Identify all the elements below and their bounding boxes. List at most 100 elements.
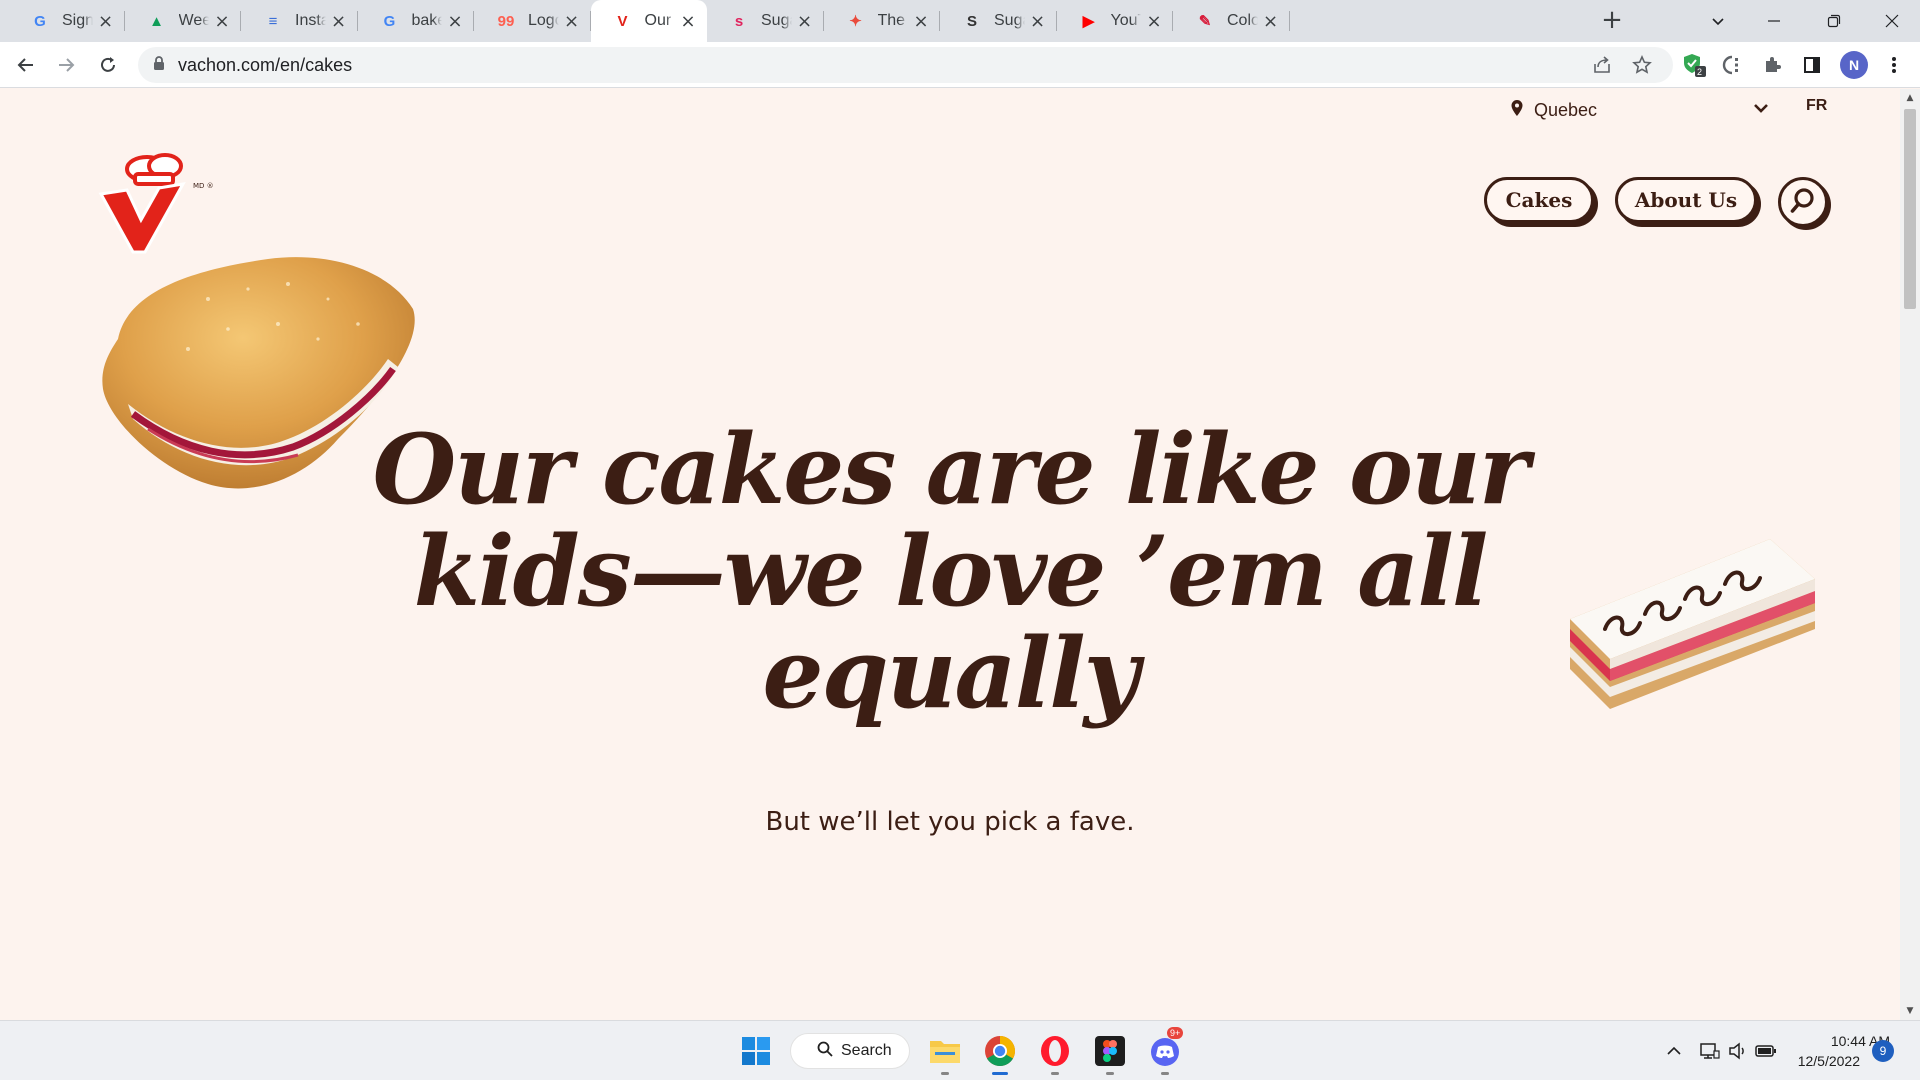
windows-start-icon[interactable] — [736, 1031, 776, 1071]
restore-icon[interactable] — [1806, 0, 1862, 42]
web-page: Quebec FR MD ® Cakes About Us Our cakes … — [0, 89, 1900, 1020]
location-pin-icon — [1510, 99, 1524, 122]
tab-search-icon[interactable] — [1690, 0, 1746, 42]
close-tab-icon[interactable]: × — [1029, 11, 1047, 32]
url-text: vachon.com/en/cakes — [178, 54, 353, 75]
language-toggle[interactable]: FR — [1806, 97, 1827, 115]
close-tab-icon[interactable]: × — [1145, 11, 1163, 32]
tab-title: Week 5 W — [178, 12, 210, 29]
hero-headline: Our cakes are like our kids—we love ’em … — [372, 413, 1530, 730]
search-icon — [817, 1041, 833, 1062]
browser-menu-icon[interactable] — [1878, 49, 1910, 81]
forward-icon[interactable] — [50, 49, 82, 81]
browser-tab[interactable]: ≡ Instagantt× — [241, 0, 358, 42]
browser-tab[interactable]: Gbakers hu× — [358, 0, 474, 42]
browser-toolbar: vachon.com/en/cakes 2 — [0, 42, 1920, 88]
side-panel-icon[interactable] — [1796, 49, 1828, 81]
dribbble-icon: ✦ — [849, 13, 862, 30]
scroll-down-icon[interactable]: ▼ — [1900, 1006, 1920, 1016]
discord-badge: 9+ — [1167, 1027, 1184, 1039]
99designs-icon: 99 — [497, 12, 515, 30]
running-indicator — [941, 1072, 949, 1075]
close-tab-icon[interactable]: × — [796, 11, 814, 32]
windows-taskbar: Search 9+ 10:44 AM 12/5/2022 9 — [0, 1020, 1920, 1080]
sugaro-icon: s — [734, 12, 744, 30]
tab-title: YouTube — [1110, 12, 1142, 29]
reload-icon[interactable] — [92, 49, 124, 81]
color-icon: ✎ — [1198, 13, 1212, 30]
tab-title: Logos, W — [528, 12, 559, 29]
google-icon: G — [383, 12, 396, 30]
tray-chevron-up-icon[interactable] — [1660, 1033, 1688, 1069]
browser-tab[interactable]: ▶ YouTube× — [1057, 0, 1173, 42]
browser-tab[interactable]: G Sign in – Google Accounts× — [8, 0, 125, 42]
back-icon[interactable] — [10, 49, 42, 81]
google-icon: G — [34, 12, 46, 30]
scrollbar-thumb[interactable] — [1904, 109, 1916, 309]
nav-about-us-button[interactable]: About Us — [1615, 177, 1757, 223]
volume-icon[interactable] — [1724, 1033, 1752, 1069]
tab-separator — [1288, 11, 1290, 31]
close-tab-icon[interactable]: × — [213, 11, 231, 32]
file-explorer-icon[interactable] — [925, 1031, 965, 1075]
running-indicator — [1161, 1072, 1169, 1075]
opera-icon[interactable] — [1035, 1031, 1075, 1075]
close-tab-icon[interactable]: × — [679, 11, 697, 32]
region-label: Quebec — [1534, 99, 1598, 120]
figma-icon[interactable] — [1090, 1031, 1130, 1075]
address-bar[interactable]: vachon.com/en/cakes — [138, 47, 1673, 83]
hero-subheadline: But we’ll let you pick a fave. — [765, 807, 1135, 837]
youtube-icon: ▶ — [1082, 13, 1095, 30]
instagantt-icon: ≡ — [268, 12, 278, 30]
extension-badge: 2 — [1697, 67, 1703, 77]
close-tab-icon[interactable]: × — [563, 11, 581, 32]
sugared-icon: S — [966, 12, 977, 30]
browser-tab[interactable]: 99 Logos, W× — [474, 0, 591, 42]
trademark-mark: MD ® — [193, 182, 214, 190]
google-drive-icon: ▲ — [149, 12, 164, 30]
tab-strip: GSign in – Google Accounts×▲Week 5 W×≡In… — [0, 0, 1920, 42]
minimize-icon[interactable] — [1746, 0, 1802, 42]
new-tab-button[interactable]: + — [1598, 7, 1626, 35]
close-tab-icon[interactable]: × — [912, 11, 930, 32]
tab-title: bakers hu — [411, 12, 443, 29]
search-icon — [1789, 186, 1817, 218]
discord-icon[interactable]: 9+ — [1145, 1027, 1185, 1075]
chevron-down-icon — [1752, 99, 1770, 122]
close-tab-icon[interactable]: × — [1262, 11, 1280, 32]
profile-avatar[interactable]: N — [1840, 51, 1868, 79]
close-window-icon[interactable] — [1864, 0, 1920, 42]
close-tab-icon[interactable]: × — [330, 11, 348, 32]
network-icon[interactable] — [1696, 1033, 1724, 1069]
running-indicator — [1106, 1072, 1114, 1075]
nav-cakes-button[interactable]: Cakes — [1484, 177, 1594, 223]
browser-tab[interactable]: s Sugaro C× — [707, 0, 824, 42]
share-icon[interactable] — [1586, 49, 1618, 81]
browser-tab[interactable]: ✎ Color× — [1173, 0, 1290, 42]
css-extension-icon[interactable] — [1716, 49, 1748, 81]
tab-title: Sugared — [994, 12, 1025, 29]
scroll-up-icon[interactable]: ▲ — [1900, 93, 1920, 103]
battery-icon[interactable] — [1752, 1033, 1780, 1069]
browser-tab[interactable]: V Our Cakes× — [590, 0, 707, 42]
region-selector[interactable]: Quebec — [1510, 95, 1770, 125]
tab-title: The Best — [877, 12, 909, 29]
tab-title: Our Cakes — [644, 12, 676, 29]
taskbar-search[interactable]: Search — [790, 1033, 910, 1069]
page-scrollbar[interactable]: ▲ ▼ — [1900, 89, 1920, 1020]
close-tab-icon[interactable]: × — [446, 11, 464, 32]
pastry-image-mille-feuille — [1550, 519, 1830, 719]
running-indicator — [1051, 1072, 1059, 1075]
extensions-puzzle-icon[interactable] — [1756, 49, 1788, 81]
site-search-button[interactable] — [1778, 177, 1828, 227]
close-tab-icon[interactable]: × — [97, 11, 115, 32]
tab-title: Sign in – Google Accounts — [62, 12, 93, 29]
notification-badge[interactable]: 9 — [1872, 1040, 1894, 1062]
extension-shield-icon[interactable]: 2 — [1678, 49, 1710, 81]
chrome-icon[interactable] — [980, 1031, 1020, 1075]
browser-tab[interactable]: S Sugared× — [940, 0, 1057, 42]
active-indicator — [992, 1072, 1008, 1075]
browser-tab[interactable]: ▲ Week 5 W× — [125, 0, 241, 42]
browser-tab[interactable]: ✦ The Best× — [824, 0, 940, 42]
bookmark-star-icon[interactable] — [1626, 49, 1658, 81]
